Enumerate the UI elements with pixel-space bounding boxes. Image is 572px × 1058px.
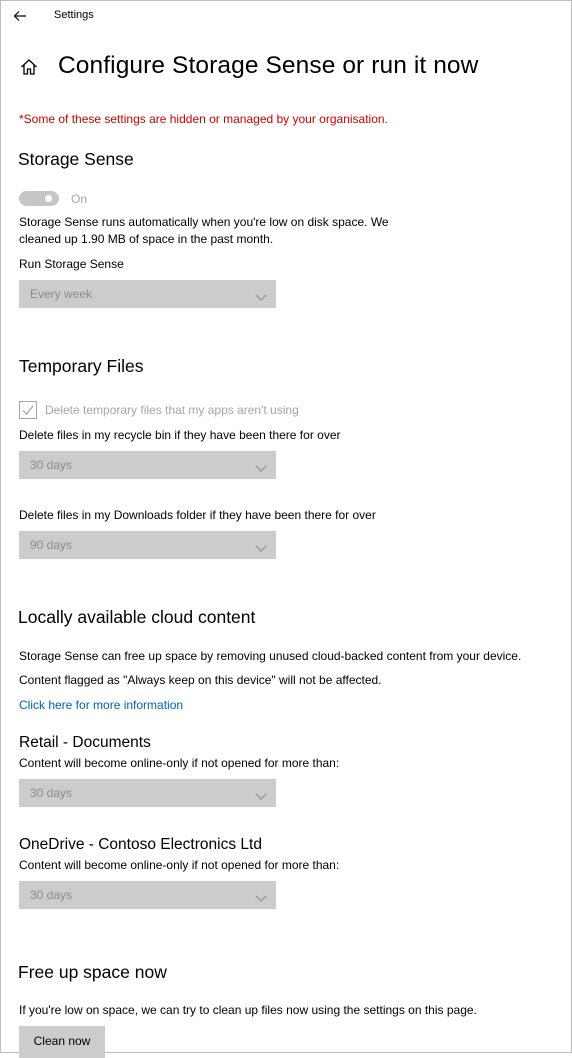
toggle-state-label: On <box>71 192 88 206</box>
dropdown-value: 30 days <box>30 888 73 902</box>
clean-now-label: Clean now <box>33 1034 91 1048</box>
chevron-down-icon <box>255 788 267 800</box>
cloud-account-name: OneDrive - Contoso Electronics Ltd <box>19 836 262 853</box>
storage-sense-toggle[interactable] <box>19 191 59 206</box>
cloud-description-line2: Content flagged as "Always keep on this … <box>19 673 382 687</box>
chevron-down-icon <box>255 890 267 902</box>
cloud-account-name: Retail - Documents <box>19 734 151 751</box>
delete-temp-files-label: Delete temporary files that my apps aren… <box>45 403 299 417</box>
run-storage-sense-label: Run Storage Sense <box>19 257 124 271</box>
storage-sense-description-line2: cleaned up 1.90 MB of space in the past … <box>19 232 274 246</box>
run-storage-sense-dropdown[interactable]: Every week <box>19 280 276 308</box>
recycle-bin-label: Delete files in my recycle bin if they h… <box>19 428 341 442</box>
dropdown-value: 30 days <box>30 458 73 472</box>
dropdown-value: Every week <box>30 287 93 301</box>
onedrive-contoso-dropdown[interactable]: 30 days <box>19 881 276 909</box>
cloud-account-label: Content will become online-only if not o… <box>19 858 340 872</box>
chevron-down-icon <box>255 289 267 301</box>
window-title: Settings <box>54 9 94 21</box>
cloud-account-label: Content will become online-only if not o… <box>19 756 340 770</box>
page-title: Configure Storage Sense or run it now <box>58 52 479 79</box>
toggle-knob <box>45 195 52 202</box>
chevron-down-icon <box>255 540 267 552</box>
section-heading-temporary-files: Temporary Files <box>19 356 144 376</box>
retail-documents-dropdown[interactable]: 30 days <box>19 779 276 807</box>
settings-window: Settings Configure Storage Sense or run … <box>0 0 572 1058</box>
dropdown-value: 90 days <box>30 538 73 552</box>
section-heading-storage-sense: Storage Sense <box>18 149 134 169</box>
managed-notice: *Some of these settings are hidden or ma… <box>19 112 388 126</box>
chevron-down-icon <box>255 460 267 472</box>
recycle-bin-dropdown[interactable]: 30 days <box>19 451 276 479</box>
downloads-folder-dropdown[interactable]: 90 days <box>19 531 276 559</box>
home-icon <box>19 57 39 77</box>
section-heading-free-up-space: Free up space now <box>18 962 167 982</box>
delete-temp-files-checkbox[interactable] <box>19 401 37 419</box>
storage-sense-description-line1: Storage Sense runs automatically when yo… <box>19 215 389 229</box>
dropdown-value: 30 days <box>30 786 73 800</box>
more-information-link[interactable]: Click here for more information <box>19 697 183 714</box>
downloads-folder-label: Delete files in my Downloads folder if t… <box>19 508 376 522</box>
cloud-description-line1: Storage Sense can free up space by remov… <box>19 649 522 663</box>
clean-now-button[interactable]: Clean now <box>19 1026 105 1058</box>
back-arrow-icon[interactable] <box>11 7 29 25</box>
section-heading-cloud-content: Locally available cloud content <box>18 607 256 627</box>
free-up-description: If you're low on space, we can try to cl… <box>19 1003 477 1017</box>
